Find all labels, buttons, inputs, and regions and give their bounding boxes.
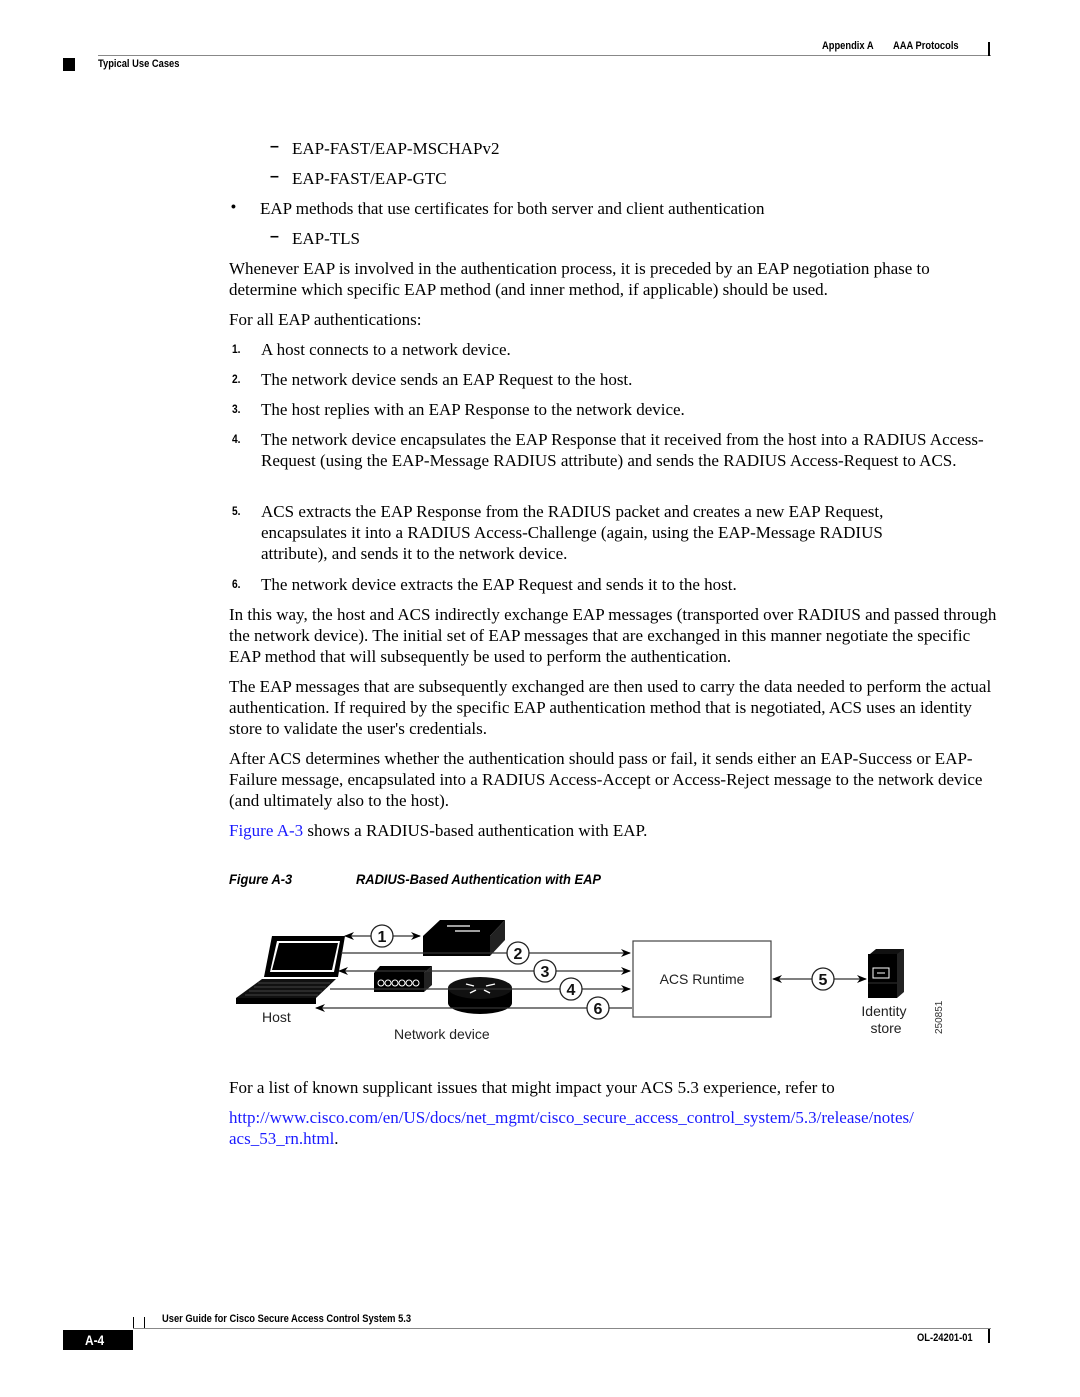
- identity-store-label-2: store: [870, 1020, 901, 1036]
- footer-bar-right: [988, 1329, 990, 1343]
- release-notes-link-line1[interactable]: http://www.cisco.com/en/US/docs/net_mgmt…: [229, 1108, 914, 1127]
- identity-store-label-1: Identity: [861, 1003, 906, 1019]
- step-label-2: 2: [514, 946, 523, 963]
- release-notes-link-line2[interactable]: acs_53_rn.html: [229, 1129, 334, 1148]
- footer-guide-title: User Guide for Cisco Secure Access Contr…: [162, 1313, 412, 1325]
- url-trailing-period: .: [334, 1129, 339, 1148]
- host-label: Host: [262, 1009, 291, 1025]
- footer-rule: [133, 1328, 991, 1329]
- network-device-label: Network device: [394, 1026, 490, 1042]
- paragraph-supplicant: For a list of known supplicant issues th…: [229, 1078, 835, 1097]
- eap-diagram: 1 2 3 4 6 5 Host Network device ACS Runt…: [236, 920, 945, 1042]
- step-label-4: 4: [567, 982, 576, 999]
- step-label-3: 3: [541, 964, 550, 981]
- identity-store-icon: [868, 949, 904, 998]
- step-label-6: 6: [594, 1001, 603, 1018]
- release-notes-url: http://www.cisco.com/en/US/docs/net_mgmt…: [229, 1107, 999, 1149]
- footer-tick-2: [144, 1317, 145, 1328]
- page-number: A-4: [85, 1332, 105, 1348]
- hub-icon: [374, 966, 432, 992]
- step-label-5: 5: [819, 972, 828, 989]
- footer-tick-1: [133, 1317, 134, 1328]
- doc-number: OL-24201-01: [917, 1332, 973, 1344]
- figure-id: 250851: [934, 1000, 945, 1034]
- acs-runtime-label: ACS Runtime: [660, 971, 745, 987]
- step-label-1: 1: [378, 929, 387, 946]
- switch-icon: [423, 920, 505, 956]
- laptop-icon: [236, 936, 345, 1004]
